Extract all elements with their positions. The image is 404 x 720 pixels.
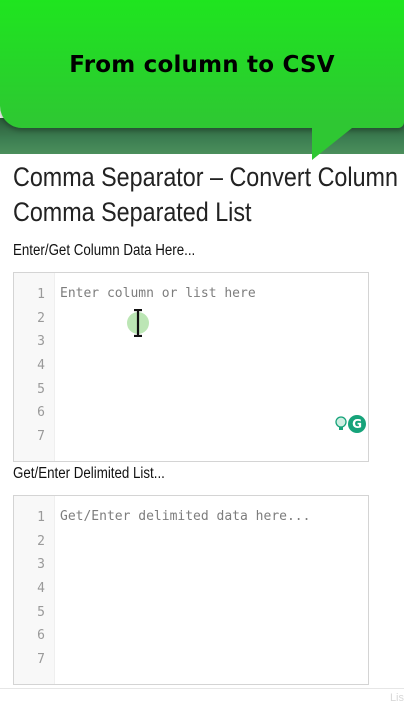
input-section-label: Enter/Get Column Data Here... — [13, 242, 196, 259]
line-number-gutter: 1 2 3 4 5 6 7 — [14, 273, 55, 461]
line-number: 6 — [37, 405, 45, 420]
line-number: 3 — [37, 334, 45, 349]
line-number: 4 — [37, 358, 45, 373]
line-number: 2 — [37, 311, 45, 326]
output-section-label: Get/Enter Delimited List... — [13, 465, 165, 482]
column-input-editor[interactable]: 1 2 3 4 5 6 7 Enter column or list here … — [13, 272, 369, 462]
page-title: Comma Separator – Convert Column to Comm… — [13, 160, 404, 230]
line-number: 1 — [37, 287, 45, 302]
screen: From column to CSV Comma Separator – Con… — [0, 0, 404, 720]
text-cursor-icon — [134, 309, 142, 337]
line-number-gutter: 1 2 3 4 5 6 7 — [14, 496, 55, 684]
corner-label: Lis — [389, 692, 404, 704]
line-number: 4 — [37, 581, 45, 596]
line-number: 6 — [37, 628, 45, 643]
grammarly-g-icon: G — [348, 415, 366, 433]
line-number: 5 — [37, 605, 45, 620]
main-content: Comma Separator – Convert Column to Comm… — [0, 154, 404, 720]
divider — [0, 688, 404, 689]
delimited-output-placeholder: Get/Enter delimited data here... — [60, 509, 311, 524]
line-number: 3 — [37, 557, 45, 572]
column-input-placeholder: Enter column or list here — [60, 286, 256, 301]
line-number: 7 — [37, 429, 45, 444]
line-number: 1 — [37, 510, 45, 525]
line-number: 2 — [37, 534, 45, 549]
banner-title: From column to CSV — [69, 52, 335, 78]
page-title-line-2: Comma Separated List — [13, 197, 252, 227]
video-caption-banner: From column to CSV — [0, 0, 404, 128]
lightbulb-icon — [335, 416, 347, 430]
grammarly-widget[interactable]: G — [334, 413, 366, 437]
page-title-line-1: Comma Separator – Convert Column to — [13, 162, 404, 192]
line-number: 5 — [37, 382, 45, 397]
banner-speech-tail — [312, 120, 362, 160]
delimited-output-editor[interactable]: 1 2 3 4 5 6 7 Get/Enter delimited data h… — [13, 495, 369, 685]
line-number: 7 — [37, 652, 45, 667]
